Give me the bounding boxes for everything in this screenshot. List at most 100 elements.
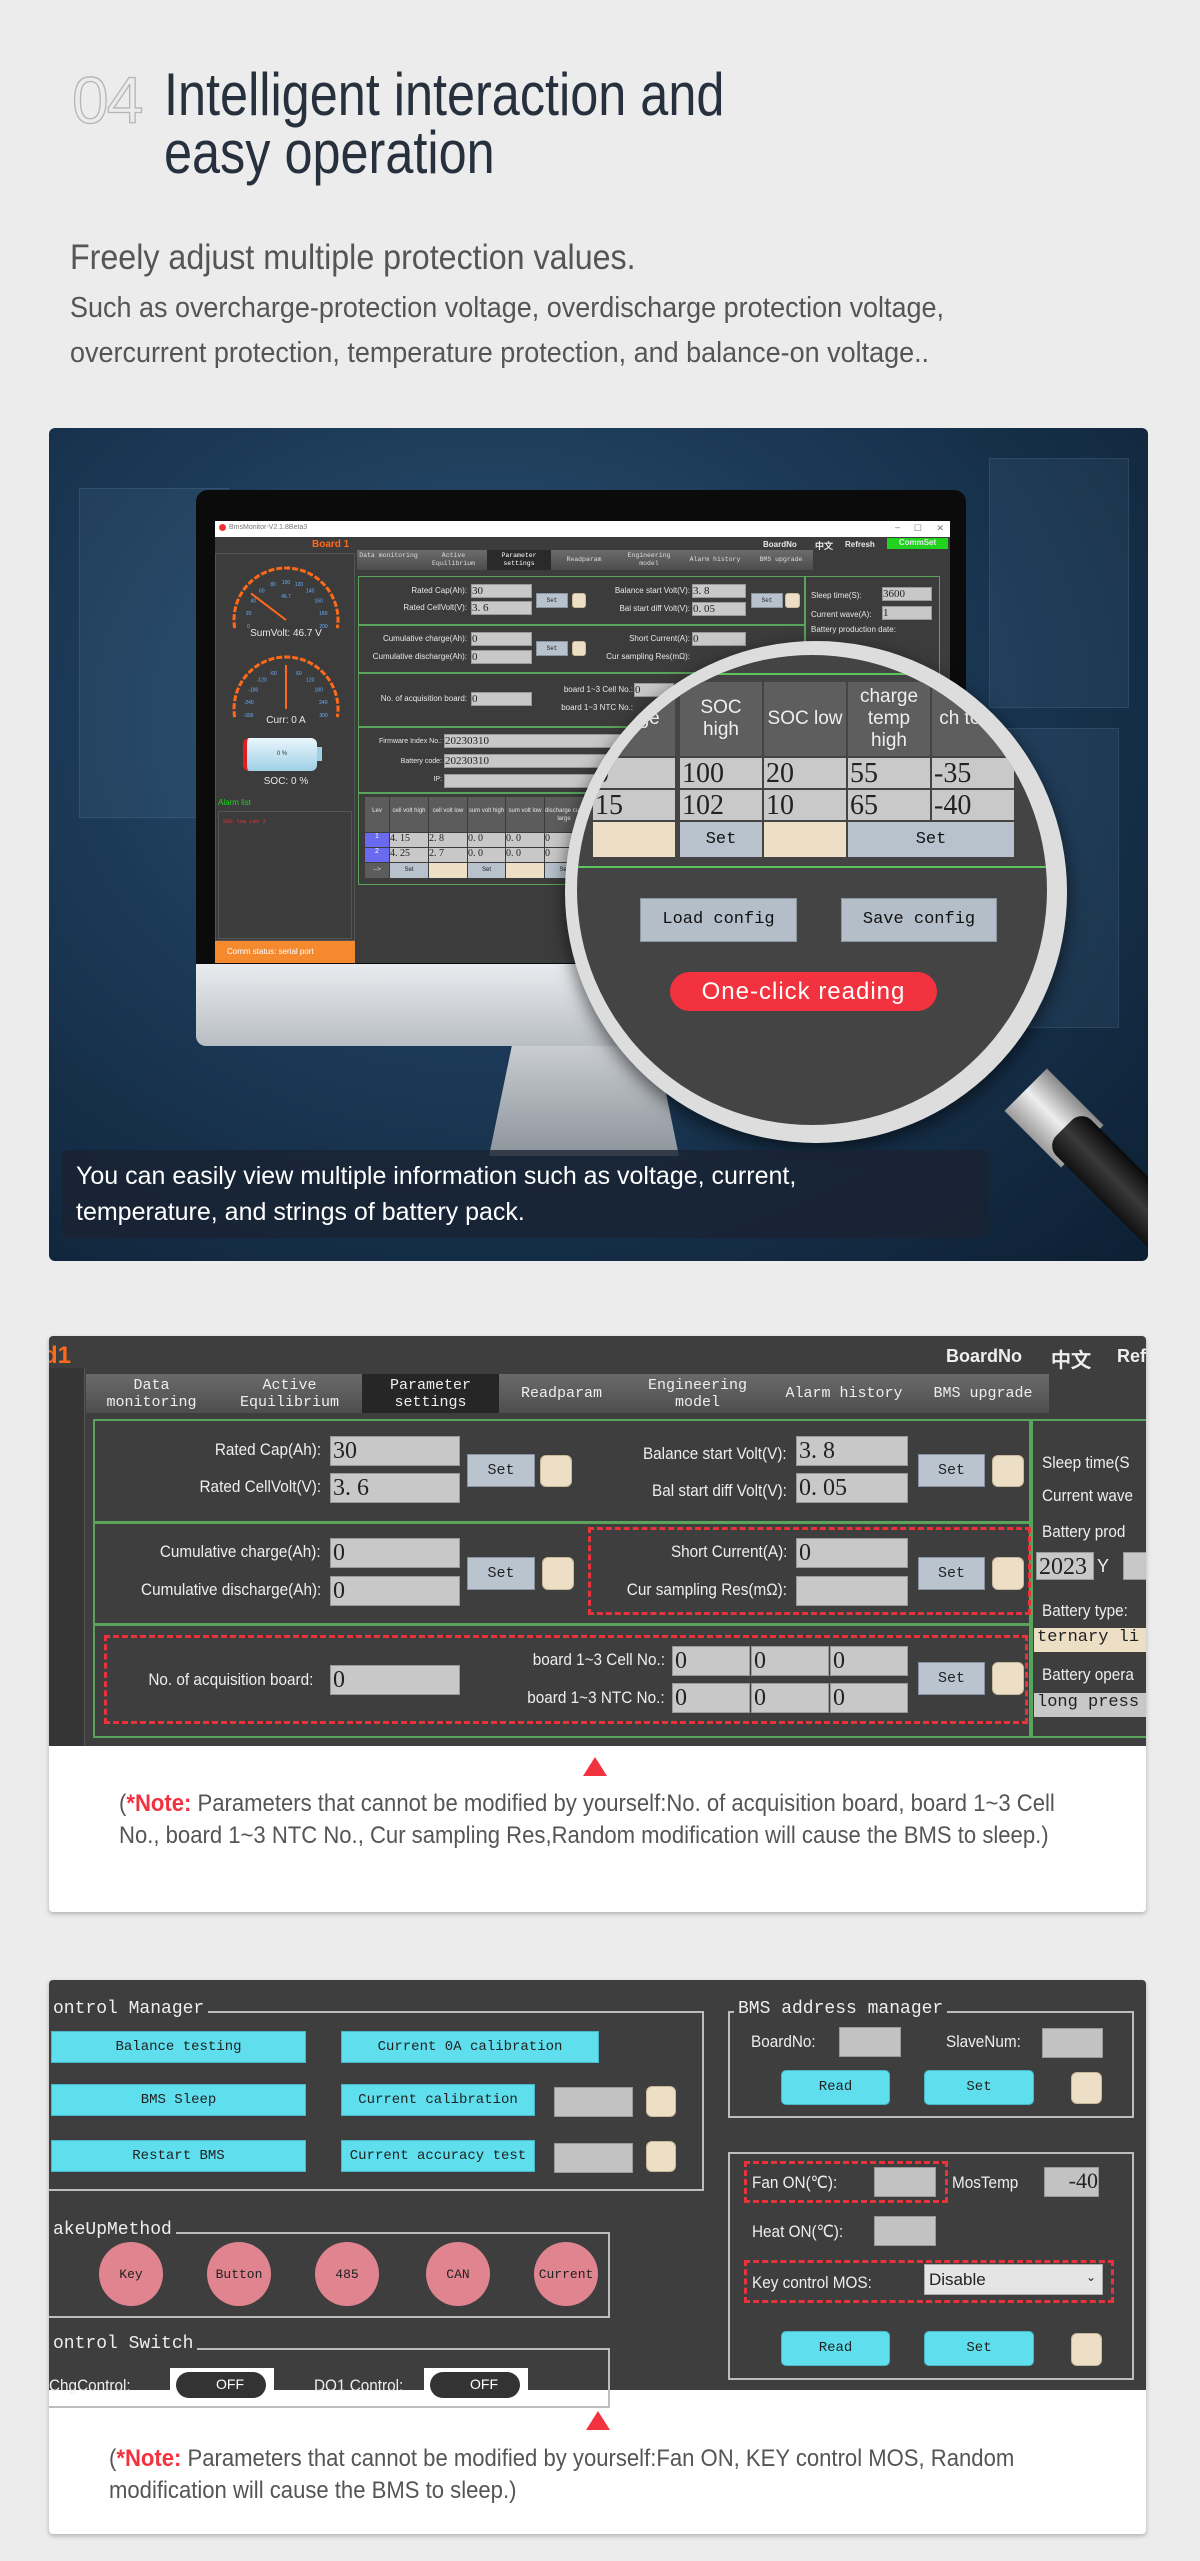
balance-start-input[interactable]: 3. 8 (796, 1436, 908, 1466)
cell-no-input-3[interactable]: 0 (830, 1646, 908, 1676)
cell-no-input-2[interactable]: 0 (751, 1646, 829, 1676)
tab-engineering-model[interactable]: Engineering model (617, 550, 681, 570)
tab-active-equilibrium[interactable]: Active Equilibrium (420, 550, 487, 570)
lens-table-cell[interactable]: 20 (764, 758, 846, 789)
balance-testing-button[interactable]: Balance testing (51, 2031, 306, 2063)
sleep-time-input[interactable]: 3600 (882, 587, 932, 601)
fan-read-button[interactable]: Read (781, 2331, 890, 2366)
boardno-input[interactable] (839, 2027, 901, 2057)
table-cell[interactable]: 4. 25 (390, 848, 428, 862)
boardno-link[interactable]: BoardNo (946, 1346, 1022, 1367)
language-link[interactable]: 中文 (1051, 1344, 1091, 1373)
set-button[interactable]: Set (918, 1454, 985, 1487)
wakeup-button-button[interactable]: Button (207, 2242, 271, 2306)
tab-engineering[interactable]: Engineering model (624, 1374, 771, 1413)
lens-table-cell[interactable]: 0 (593, 758, 675, 789)
load-config-button[interactable]: Load config (640, 898, 797, 942)
tab-parameter-settings[interactable]: Parameter settings (487, 550, 551, 570)
cum-discharge-input[interactable]: 0 (471, 650, 532, 664)
rated-cellvolt-input[interactable]: 3. 6 (471, 601, 532, 615)
lens-table-cell[interactable]: -35 (932, 758, 1014, 789)
cur-sampling-input[interactable] (796, 1576, 908, 1606)
table-cell[interactable]: 0. 0 (468, 833, 505, 847)
heat-on-input[interactable] (874, 2216, 936, 2246)
boardno-link[interactable]: BoardNo (763, 540, 797, 549)
minimize-icon[interactable]: – (895, 522, 900, 532)
wakeup-can-button[interactable]: CAN (426, 2242, 490, 2306)
save-config-button[interactable]: Save config (841, 898, 997, 942)
tab-bms-upgrade[interactable]: BMS upgrade (749, 550, 813, 570)
current-calibration-button[interactable]: Current calibration (341, 2084, 535, 2116)
set-button[interactable]: Set (390, 863, 428, 878)
table-cell[interactable]: 0. 0 (468, 848, 505, 862)
bms-sleep-button[interactable]: BMS Sleep (51, 2084, 306, 2116)
lens-table-cell[interactable]: 102 (680, 790, 762, 821)
address-set-button[interactable]: Set (924, 2070, 1034, 2105)
lens-table-cell[interactable]: 65 (848, 790, 930, 821)
current-0a-calibration-button[interactable]: Current 0A calibration (341, 2031, 599, 2063)
key-control-mos-select[interactable]: Disable ⌄ (924, 2264, 1103, 2295)
commset-button[interactable]: CommSet (887, 538, 948, 549)
maximize-icon[interactable]: ☐ (914, 523, 922, 534)
set-button[interactable]: Set (467, 1454, 535, 1487)
rated-cellvolt-input[interactable]: 3. 6 (330, 1473, 460, 1503)
tab-parameter[interactable]: Parameter settings (362, 1374, 499, 1413)
set-button[interactable]: Set (751, 593, 783, 608)
tab-alarm-history[interactable]: Alarm history (771, 1374, 917, 1413)
table-cell[interactable]: 0. 0 (506, 848, 544, 862)
current-accuracy-input[interactable] (554, 2143, 633, 2173)
restart-bms-button[interactable]: Restart BMS (51, 2140, 306, 2172)
bal-diff-input[interactable]: 0. 05 (692, 602, 746, 616)
refresh-link[interactable]: Ref (1117, 1346, 1146, 1367)
rated-cap-input[interactable]: 30 (471, 584, 532, 598)
tab-readparam[interactable]: Readparam (499, 1374, 624, 1413)
slavenum-input[interactable] (1042, 2028, 1103, 2058)
battery-type-select[interactable]: ternary li (1034, 1628, 1146, 1652)
cell-no-input-1[interactable]: 0 (672, 1646, 750, 1676)
wakeup-current-button[interactable]: Current (534, 2242, 598, 2306)
acq-board-input[interactable]: 0 (330, 1665, 460, 1695)
fan-on-input[interactable] (874, 2167, 936, 2197)
ntc-no-input-1[interactable]: 0 (672, 1683, 750, 1713)
lens-table-cell[interactable]: 10 (764, 790, 846, 821)
lens-table-cell[interactable]: 100 (680, 758, 762, 789)
tab-readparam[interactable]: Readparam (551, 550, 617, 570)
set-button[interactable]: Set (848, 822, 1014, 857)
cum-discharge-input[interactable]: 0 (330, 1576, 460, 1606)
tab-alarm-history[interactable]: Alarm history (681, 550, 749, 570)
short-current-input[interactable]: 0 (692, 632, 746, 646)
battery-operation-select[interactable]: long press (1034, 1693, 1146, 1717)
current-accuracy-test-button[interactable]: Current accuracy test (341, 2140, 535, 2172)
current-wave-input[interactable]: 1 (882, 606, 932, 620)
do1-control-toggle[interactable]: OFF (424, 2368, 528, 2398)
tab-bms-upgrade[interactable]: BMS upgrade (917, 1374, 1049, 1413)
table-cell[interactable]: 4. 15 (390, 833, 428, 847)
cum-charge-input[interactable]: 0 (471, 632, 532, 646)
current-calibration-input[interactable] (554, 2087, 633, 2117)
set-button[interactable]: Set (468, 863, 505, 878)
ntc-no-input-3[interactable]: 0 (830, 1683, 908, 1713)
acq-board-input[interactable]: 0 (471, 692, 532, 706)
set-button[interactable]: Set (680, 822, 762, 857)
fan-set-button[interactable]: Set (924, 2331, 1034, 2366)
tab-data-monitoring[interactable]: Data monitoring (357, 550, 420, 570)
rated-cap-input[interactable]: 30 (330, 1436, 460, 1466)
cum-charge-input[interactable]: 0 (330, 1538, 460, 1568)
table-cell[interactable]: 2. 8 (429, 833, 467, 847)
table-cell[interactable]: 2. 7 (429, 848, 467, 862)
tab-data[interactable]: Data monitoring (86, 1374, 217, 1413)
wakeup-485-button[interactable]: 485 (315, 2242, 379, 2306)
set-button[interactable]: Set (918, 1557, 985, 1590)
address-read-button[interactable]: Read (781, 2070, 890, 2105)
table-cell[interactable]: 0. 0 (506, 833, 544, 847)
set-button[interactable]: Set (536, 641, 568, 656)
balance-start-input[interactable]: 3. 8 (692, 584, 746, 598)
set-button[interactable]: Set (467, 1557, 535, 1590)
short-current-input[interactable]: 0 (796, 1538, 908, 1568)
month-input[interactable] (1123, 1552, 1146, 1580)
lens-table-cell[interactable]: -40 (932, 790, 1014, 821)
wakeup-key-button[interactable]: Key (99, 2242, 163, 2306)
set-button[interactable]: Set (918, 1662, 985, 1695)
bal-diff-input[interactable]: 0. 05 (796, 1473, 908, 1503)
lens-table-cell[interactable]: 55 (848, 758, 930, 789)
